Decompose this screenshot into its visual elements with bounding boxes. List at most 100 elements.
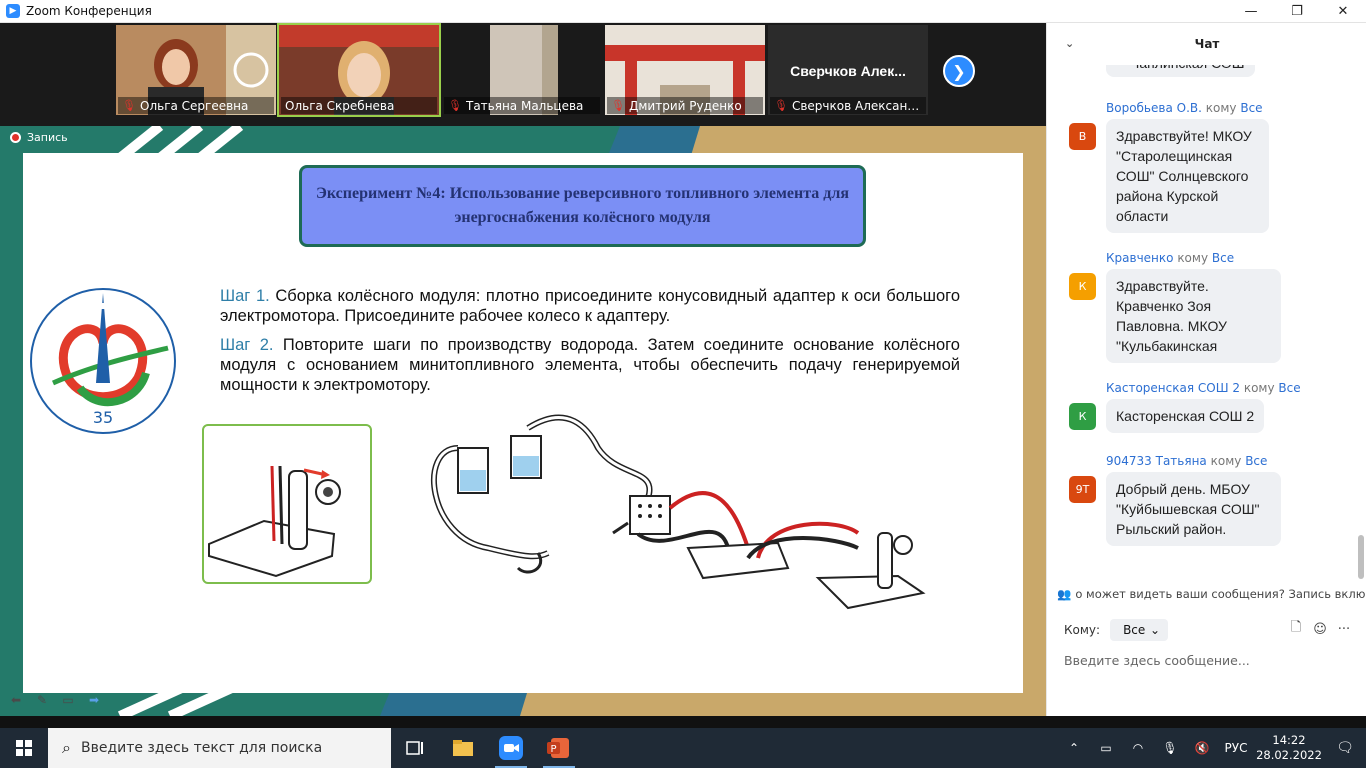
step-1-label: Шаг 1. <box>220 287 270 305</box>
muted-mic-icon: 🎙 <box>774 99 788 112</box>
avatar: К <box>1069 273 1096 300</box>
step-1-body: Сборка колёсного модуля: плотно присоеди… <box>220 287 960 325</box>
file-explorer-icon[interactable] <box>439 728 487 768</box>
participant-namebar: 🎙 Дмитрий Руденко <box>607 97 763 114</box>
avatar: В <box>1069 123 1096 150</box>
chat-header: ⌄ Чат <box>1047 23 1366 65</box>
muted-mic-icon: 🎙 <box>611 99 625 112</box>
participant-name: Дмитрий Руденко <box>629 98 742 113</box>
clock-time: 14:22 <box>1272 733 1306 747</box>
message-sender: Касторенская СОШ 2 кому Все <box>1106 381 1301 395</box>
participant-name: Ольга Сергеевна <box>140 98 249 113</box>
windows-start-icon[interactable] <box>0 728 48 768</box>
chat-panel: ⌄ Чат Чаплинская СОШ Воробьева О.В. кому… <box>1046 23 1366 716</box>
recipient-select[interactable]: Все ⌄ <box>1110 619 1169 641</box>
chevron-down-icon: ⌄ <box>1150 623 1161 637</box>
slides-grid-icon[interactable]: ▭ <box>58 692 78 708</box>
message-sender: Воробьева О.В. кому Все <box>1106 101 1263 115</box>
chat-title: Чат <box>1194 37 1220 51</box>
close-button[interactable]: ✕ <box>1320 0 1366 23</box>
minimize-button[interactable]: — <box>1228 0 1274 23</box>
more-icon[interactable]: ··· <box>1335 620 1353 638</box>
fuel-cell-setup-illustration <box>431 414 926 610</box>
chat-messages[interactable]: Чаплинская СОШ Воробьева О.В. кому Все В… <box>1047 65 1357 585</box>
scrollbar-thumb[interactable] <box>1358 535 1364 579</box>
clock-date: 28.02.2022 <box>1256 748 1322 762</box>
participant-name: Ольга Скребнева <box>285 98 395 113</box>
window-bottom-edge <box>0 716 1366 728</box>
wheel-module-illustration <box>202 424 372 584</box>
participant-namebar: 🎙 Сверчков Александр... <box>770 97 926 114</box>
step-2-label: Шаг 2. <box>220 336 274 354</box>
participant-name: Татьяна Мальцева <box>466 98 584 113</box>
file-icon[interactable]: 🗋 <box>1287 620 1305 638</box>
clock[interactable]: 14:22 28.02.2022 <box>1254 733 1324 763</box>
window-controls: — ❐ ✕ <box>1228 0 1366 23</box>
participant-tile[interactable]: Сверчков Алек... 🎙 Сверчков Александр... <box>768 25 928 115</box>
participant-namebar: Ольга Скребнева <box>281 97 437 114</box>
chevron-up-icon[interactable]: ⌃ <box>1058 728 1090 768</box>
muted-mic-icon: 🎙 <box>122 99 136 112</box>
slide-toolbar: ⬅ ✎ ▭ ➡ <box>6 692 104 708</box>
participant-namebar: 🎙 Ольга Сергеевна <box>118 97 274 114</box>
meeting-area: 🎙 Ольга Сергеевна Ольга Скребнева 🎙 Тать… <box>0 23 1046 716</box>
volume-muted-icon[interactable]: 🔇 <box>1186 728 1218 768</box>
title-bar: ▶ Zoom Конференция — ❐ ✕ <box>0 0 1366 23</box>
participant-tile[interactable]: 🎙 Ольга Сергеевна <box>116 25 276 115</box>
next-slide-arrow-icon[interactable]: ➡ <box>84 692 104 708</box>
shared-screen: Эксперимент №4: Использование реверсивно… <box>0 126 1046 716</box>
message-text: Здравствуйте! МКОУ "Старолещинская СОШ" … <box>1106 119 1269 233</box>
window-title: Zoom Конференция <box>26 4 152 18</box>
recipient-row: Кому: Все ⌄ <box>1064 619 1169 641</box>
battery-icon[interactable]: ▭ <box>1090 728 1122 768</box>
participant-display-name: Сверчков Алек... <box>790 63 906 79</box>
microphone-icon[interactable]: 🎙 <box>1154 728 1186 768</box>
school-logo-icon: 35 <box>30 288 176 434</box>
emoji-icon[interactable]: ☺ <box>1311 620 1329 638</box>
message-text: Касторенская СОШ 2 <box>1106 399 1265 433</box>
record-dot-icon <box>10 132 21 143</box>
participant-tile-active[interactable]: Ольга Скребнева <box>277 23 441 117</box>
message-text: Чаплинская СОШ <box>1106 65 1255 77</box>
taskbar-search[interactable]: ⌕ <box>48 728 391 768</box>
step-1-text: Шаг 1. Сборка колёсного модуля: плотно п… <box>220 286 960 326</box>
step-2-text: Шаг 2. Повторите шаги по производству во… <box>220 335 960 395</box>
windows-taskbar: ⌕ P ⌃ ▭ ◠ 🎙 🔇 РУС 14:22 28.02.2022 🗨 <box>0 728 1366 768</box>
participant-tile[interactable]: 🎙 Татьяна Мальцева <box>442 25 602 115</box>
prev-slide-arrow-icon[interactable]: ⬅ <box>6 692 26 708</box>
language-indicator[interactable]: РУС <box>1218 741 1254 755</box>
chat-message-input[interactable] <box>1064 650 1354 670</box>
message-sender: 904733 Татьяна кому Все <box>1106 454 1268 468</box>
participant-strip: 🎙 Ольга Сергеевна Ольга Скребнева 🎙 Тать… <box>116 23 928 117</box>
chat-scrollbar[interactable] <box>1357 65 1365 585</box>
to-label: Кому: <box>1064 623 1101 637</box>
task-view-icon[interactable] <box>391 728 439 768</box>
search-icon: ⌕ <box>62 738 71 757</box>
participant-tile[interactable]: 🎙 Дмитрий Руденко <box>605 25 765 115</box>
svg-text:P: P <box>550 744 556 755</box>
recording-label: Запись <box>27 131 68 144</box>
next-participants-arrow-icon[interactable]: ❯ <box>943 55 975 87</box>
chevron-down-icon[interactable]: ⌄ <box>1065 37 1074 50</box>
maximize-button[interactable]: ❐ <box>1274 0 1320 23</box>
presentation-slide: Эксперимент №4: Использование реверсивно… <box>23 153 1023 693</box>
powerpoint-taskbar-icon[interactable]: P <box>535 728 583 768</box>
zoom-taskbar-icon[interactable] <box>487 728 535 768</box>
taskbar-search-input[interactable] <box>80 740 371 756</box>
step-2-body: Повторите шаги по производству водорода.… <box>220 336 960 394</box>
message-sender: Кравченко кому Все <box>1106 251 1235 265</box>
muted-mic-icon: 🎙 <box>448 99 462 112</box>
chat-actions: 🗋 ☺ ··· <box>1287 620 1353 638</box>
participant-namebar: 🎙 Татьяна Мальцева <box>444 97 600 114</box>
chat-privacy-notice[interactable]: 👥 о может видеть ваши сообщения? Запись … <box>1057 584 1366 604</box>
recording-indicator[interactable]: Запись <box>10 131 68 144</box>
zoom-app-icon: ▶ <box>6 4 20 18</box>
svg-text:35: 35 <box>93 408 113 427</box>
participant-name: Сверчков Александр... <box>791 98 922 113</box>
system-tray: ⌃ ▭ ◠ 🎙 🔇 РУС 14:22 28.02.2022 🗨 <box>1058 728 1366 768</box>
avatar: 9Т <box>1069 476 1096 503</box>
pen-icon[interactable]: ✎ <box>32 692 52 708</box>
wifi-icon[interactable]: ◠ <box>1122 728 1154 768</box>
message-text: Здравствуйте. Кравченко Зоя Павловна. МК… <box>1106 269 1281 363</box>
notifications-icon[interactable]: 🗨 <box>1324 728 1366 768</box>
